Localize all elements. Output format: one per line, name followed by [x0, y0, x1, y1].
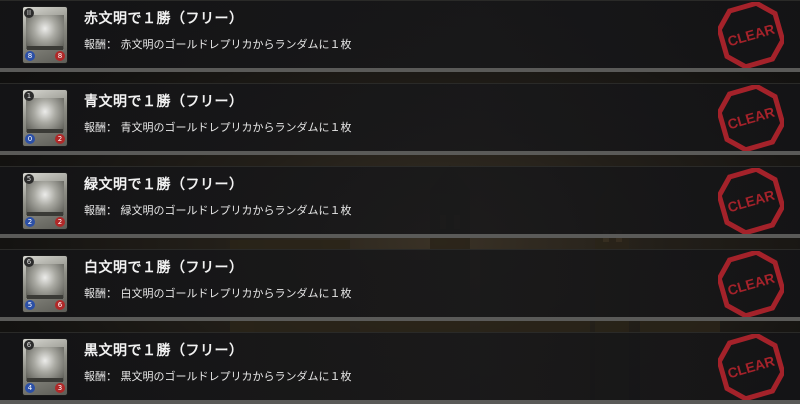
- card-text-box: [27, 129, 63, 133]
- clear-stamp-text: CLEAR: [726, 353, 777, 382]
- mission-reward: 報酬： 赤文明のゴールドレプリカからランダムに１枚: [84, 36, 352, 52]
- clear-stamp-text: CLEAR: [726, 104, 777, 133]
- card-thumbnail: 6 4 3: [22, 338, 68, 396]
- reward-text: 緑文明のゴールドレプリカからランダムに１枚: [120, 204, 352, 217]
- card-cost: 6: [24, 340, 34, 350]
- mission-title: 緑文明で１勝（フリー）: [84, 177, 244, 193]
- card-cost: 6: [24, 257, 34, 267]
- clear-stamp-text: CLEAR: [726, 270, 777, 299]
- card-attack: 5: [25, 300, 35, 310]
- card-defense: 3: [55, 383, 65, 393]
- reward-label: 報酬：: [84, 38, 117, 51]
- reward-text: 黒文明のゴールドレプリカからランダムに１枚: [120, 370, 352, 383]
- card-text-box: [27, 46, 63, 50]
- card-cost: II: [24, 8, 34, 18]
- card-text-box: [27, 212, 63, 216]
- card-attack: 0: [25, 134, 35, 144]
- card-art: [26, 264, 64, 298]
- reward-text: 白文明のゴールドレプリカからランダムに１枚: [120, 287, 352, 300]
- mission-reward: 報酬： 白文明のゴールドレプリカからランダムに１枚: [84, 285, 352, 301]
- card-thumbnail: 5 2 2: [22, 172, 68, 230]
- card-attack: 8: [25, 51, 35, 61]
- card-art: [26, 347, 64, 381]
- card-thumbnail: II 8 8: [22, 6, 68, 64]
- reward-text: 赤文明のゴールドレプリカからランダムに１枚: [120, 38, 352, 51]
- card-thumbnail: 1 0 2: [22, 89, 68, 147]
- mission-reward: 報酬： 黒文明のゴールドレプリカからランダムに１枚: [84, 368, 352, 384]
- clear-stamp-text: CLEAR: [726, 21, 777, 50]
- mission-row[interactable]: 6 4 3 黒文明で１勝（フリー） 報酬： 黒文明のゴールドレプリカからランダム…: [0, 332, 800, 404]
- card-thumbnail: 6 5 6: [22, 255, 68, 313]
- card-defense: 8: [55, 51, 65, 61]
- card-text-box: [27, 378, 63, 382]
- reward-label: 報酬：: [84, 287, 117, 300]
- mission-title: 赤文明で１勝（フリー）: [84, 11, 244, 27]
- mission-row[interactable]: 5 2 2 緑文明で１勝（フリー） 報酬： 緑文明のゴールドレプリカからランダム…: [0, 166, 800, 238]
- card-attack: 2: [25, 217, 35, 227]
- clear-stamp-text: CLEAR: [726, 187, 777, 216]
- mission-title: 黒文明で１勝（フリー）: [84, 343, 244, 359]
- mission-title: 青文明で１勝（フリー）: [84, 94, 244, 110]
- reward-label: 報酬：: [84, 121, 117, 134]
- clear-stamp-icon: CLEAR: [718, 85, 784, 151]
- reward-text: 青文明のゴールドレプリカからランダムに１枚: [120, 121, 352, 134]
- mission-reward: 報酬： 青文明のゴールドレプリカからランダムに１枚: [84, 119, 352, 135]
- card-art: [26, 98, 64, 132]
- mission-reward: 報酬： 緑文明のゴールドレプリカからランダムに１枚: [84, 202, 352, 218]
- clear-stamp-icon: CLEAR: [718, 168, 784, 234]
- card-text-box: [27, 295, 63, 299]
- clear-stamp-icon: CLEAR: [718, 251, 784, 317]
- clear-stamp-icon: CLEAR: [718, 334, 784, 400]
- mission-row[interactable]: 1 0 2 青文明で１勝（フリー） 報酬： 青文明のゴールドレプリカからランダム…: [0, 83, 800, 155]
- reward-label: 報酬：: [84, 370, 117, 383]
- mission-row[interactable]: 6 5 6 白文明で１勝（フリー） 報酬： 白文明のゴールドレプリカからランダム…: [0, 249, 800, 321]
- clear-stamp-icon: CLEAR: [718, 2, 784, 68]
- card-defense: 2: [55, 134, 65, 144]
- card-art: [26, 181, 64, 215]
- card-cost: 5: [24, 174, 34, 184]
- card-cost: 1: [24, 91, 34, 101]
- card-defense: 2: [55, 217, 65, 227]
- mission-row[interactable]: II 8 8 赤文明で１勝（フリー） 報酬： 赤文明のゴールドレプリカからランダ…: [0, 0, 800, 72]
- card-art: [26, 15, 64, 49]
- card-attack: 4: [25, 383, 35, 393]
- reward-label: 報酬：: [84, 204, 117, 217]
- mission-title: 白文明で１勝（フリー）: [84, 260, 244, 276]
- card-defense: 6: [55, 300, 65, 310]
